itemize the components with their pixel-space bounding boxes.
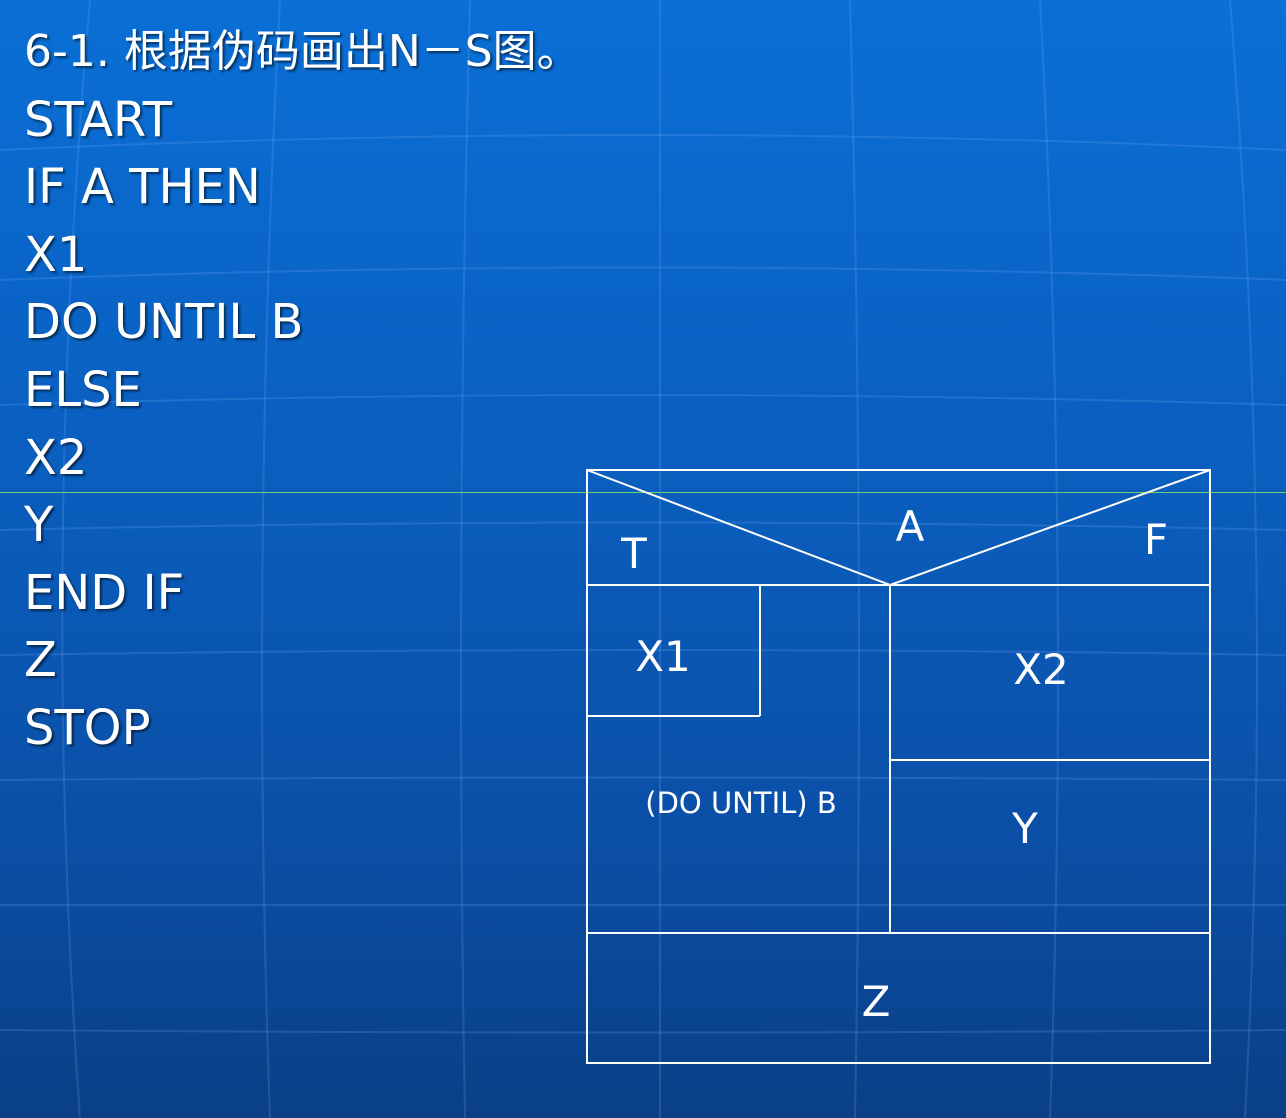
else-first-label: X2 <box>1013 645 1069 694</box>
else-second-label: Y <box>1011 804 1038 853</box>
loop-body-label: X1 <box>635 632 691 681</box>
condition-label: A <box>896 502 925 551</box>
ns-diagram: A T F X1 (DO UNTIL) B X2 Y Z <box>586 469 1211 1064</box>
loop-condition-label: (DO UNTIL) B <box>645 786 836 820</box>
true-label: T <box>620 529 647 578</box>
false-label: F <box>1144 515 1168 564</box>
after-label: Z <box>862 977 891 1026</box>
diagram-outer-frame <box>586 469 1211 1064</box>
